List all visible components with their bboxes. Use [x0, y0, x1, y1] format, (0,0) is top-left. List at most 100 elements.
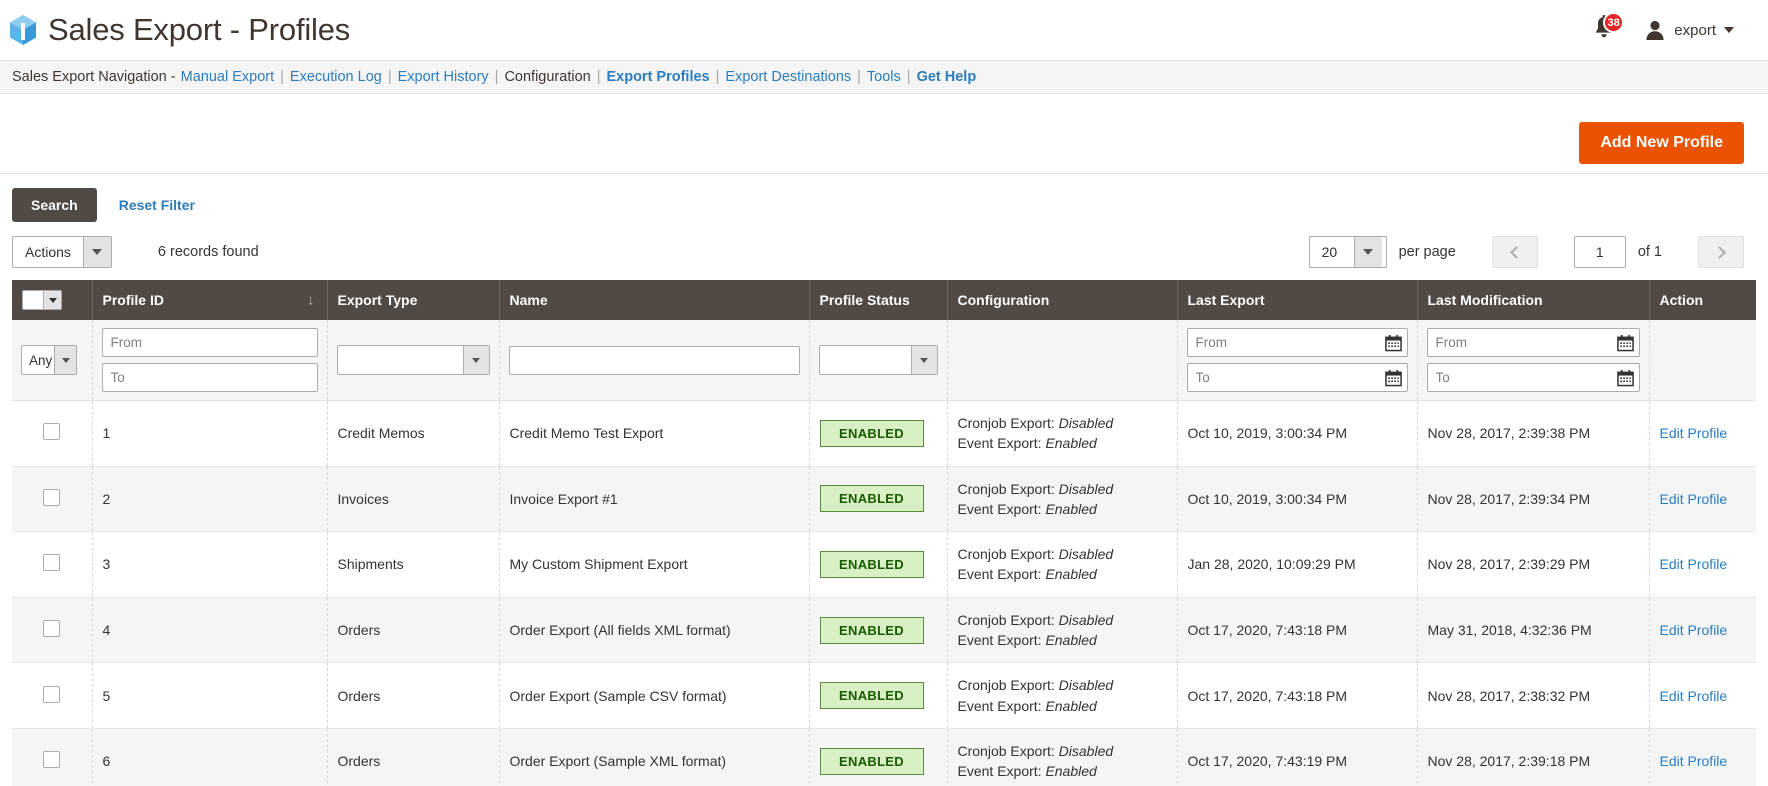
- nav-item-export-destinations[interactable]: Export Destinations: [725, 69, 851, 85]
- reset-filter-link[interactable]: Reset Filter: [119, 197, 195, 213]
- actions-dropdown[interactable]: Actions: [12, 236, 112, 268]
- cell-last-export: Oct 10, 2019, 3:00:34 PM: [1177, 466, 1418, 533]
- cell-configuration: Cronjob Export: Disabled Event Export: En…: [947, 400, 1178, 467]
- filter-cell-profile-status: [809, 320, 948, 401]
- page-actions-bar: Add New Profile: [0, 112, 1768, 174]
- nav-item-export-history[interactable]: Export History: [398, 69, 489, 85]
- search-button[interactable]: Search: [12, 188, 97, 222]
- config-event-line: Event Export: Enabled: [958, 499, 1167, 519]
- add-new-profile-button[interactable]: Add New Profile: [1579, 121, 1744, 164]
- nav-separator: |: [715, 69, 720, 85]
- filter-last-modification-to[interactable]: [1426, 363, 1640, 392]
- filter-last-export-from[interactable]: [1186, 328, 1408, 357]
- filter-cell-configuration: [947, 320, 1178, 401]
- notifications-button[interactable]: 38: [1592, 12, 1625, 45]
- per-page-dropdown[interactable]: 20: [1308, 236, 1387, 268]
- calendar-icon[interactable]: [1384, 334, 1402, 351]
- cell-last-export: Oct 17, 2020, 7:43:18 PM: [1177, 662, 1418, 729]
- column-header-profile-id[interactable]: Profile ID ↓: [92, 280, 328, 320]
- column-header-profile-status[interactable]: Profile Status: [809, 280, 948, 320]
- filter-name-input[interactable]: [508, 345, 800, 375]
- edit-profile-link[interactable]: Edit Profile: [1660, 688, 1728, 704]
- select-all-dropdown[interactable]: [22, 290, 62, 310]
- nav-item-tools[interactable]: Tools: [867, 69, 901, 85]
- edit-profile-link[interactable]: Edit Profile: [1660, 753, 1728, 769]
- config-event-value: Enabled: [1045, 500, 1097, 517]
- arrow-down-icon: ↓: [307, 291, 315, 309]
- row-select-cell[interactable]: [12, 662, 93, 729]
- filter-profile-id-from[interactable]: [101, 328, 318, 357]
- grid-header-row: Profile ID ↓ Export Type Name Profile St…: [12, 280, 1756, 320]
- row-checkbox[interactable]: [43, 751, 61, 769]
- cell-last-modification: Nov 28, 2017, 2:39:18 PM: [1417, 728, 1650, 786]
- chevron-down-icon: [82, 237, 111, 267]
- column-header-last-export[interactable]: Last Export: [1177, 280, 1418, 320]
- cell-last-modification: Nov 28, 2017, 2:38:32 PM: [1417, 662, 1650, 729]
- table-row[interactable]: 3 Shipments My Custom Shipment Export ENABL…: [12, 531, 1756, 598]
- page-number-input[interactable]: [1573, 236, 1626, 268]
- column-header-export-type[interactable]: Export Type: [327, 280, 500, 320]
- filter-last-modification-from[interactable]: [1426, 328, 1640, 357]
- cell-last-export: Oct 17, 2020, 7:43:18 PM: [1177, 597, 1418, 664]
- row-select-cell[interactable]: [12, 400, 93, 467]
- cell-export-type: Invoices: [327, 466, 500, 533]
- calendar-icon[interactable]: [1616, 334, 1634, 351]
- row-select-cell[interactable]: [12, 597, 93, 664]
- row-checkbox[interactable]: [43, 620, 61, 638]
- calendar-icon[interactable]: [1616, 369, 1634, 386]
- column-header-name[interactable]: Name: [499, 280, 810, 320]
- status-badge: ENABLED: [819, 682, 924, 710]
- filter-last-modification-from-wrap: [1426, 328, 1640, 357]
- edit-profile-link[interactable]: Edit Profile: [1660, 425, 1728, 441]
- status-badge: ENABLED: [819, 419, 924, 447]
- nav-separator: |: [494, 69, 499, 85]
- config-cronjob-value: Disabled: [1058, 480, 1114, 497]
- column-header-configuration[interactable]: Configuration: [947, 280, 1178, 320]
- grid-filter-row: Any: [12, 320, 1756, 401]
- row-select-cell[interactable]: [12, 466, 93, 533]
- next-page-button[interactable]: [1698, 236, 1744, 268]
- row-select-cell[interactable]: [12, 728, 93, 786]
- edit-profile-link[interactable]: Edit Profile: [1660, 556, 1728, 572]
- edit-profile-link[interactable]: Edit Profile: [1660, 491, 1728, 507]
- nav-item-get-help[interactable]: Get Help: [917, 69, 977, 85]
- table-row[interactable]: 1 Credit Memos Credit Memo Test Export ENAB…: [12, 400, 1756, 467]
- cell-name: Order Export (All fields XML format): [499, 597, 810, 664]
- user-menu[interactable]: export: [1644, 19, 1734, 41]
- table-row[interactable]: 5 Orders Order Export (Sample CSV format) E…: [12, 662, 1756, 729]
- cell-last-modification: Nov 28, 2017, 2:39:34 PM: [1417, 466, 1650, 533]
- calendar-icon[interactable]: [1384, 369, 1402, 386]
- cell-profile-status: ENABLED: [809, 728, 948, 786]
- nav-item-execution-log[interactable]: Execution Log: [290, 69, 382, 85]
- filter-profile-status-select[interactable]: [818, 345, 938, 375]
- row-checkbox[interactable]: [43, 423, 61, 441]
- cell-last-modification: Nov 28, 2017, 2:39:38 PM: [1417, 400, 1650, 467]
- nav-item-configuration[interactable]: Configuration: [504, 69, 590, 85]
- filter-export-type-select[interactable]: [336, 345, 490, 375]
- nav-item-export-profiles[interactable]: Export Profiles: [606, 69, 709, 85]
- edit-profile-link[interactable]: Edit Profile: [1660, 622, 1728, 638]
- cell-export-type: Orders: [327, 662, 500, 729]
- table-row[interactable]: 2 Invoices Invoice Export #1 ENABLED Cronjob…: [12, 466, 1756, 533]
- config-cronjob-value: Disabled: [1058, 611, 1114, 628]
- table-row[interactable]: 6 Orders Order Export (Sample XML format) E…: [12, 728, 1756, 786]
- row-select-cell[interactable]: [12, 531, 93, 598]
- filter-profile-id-to[interactable]: [101, 363, 318, 392]
- filter-last-export-to-wrap: [1186, 363, 1408, 392]
- column-header-last-modification[interactable]: Last Modification: [1417, 280, 1650, 320]
- config-cronjob-line: Cronjob Export: Disabled: [958, 413, 1167, 433]
- select-all-header[interactable]: [12, 280, 93, 320]
- config-event-value: Enabled: [1045, 566, 1097, 583]
- filter-select-any[interactable]: Any: [21, 345, 77, 375]
- nav-item-manual-export[interactable]: Manual Export: [181, 69, 275, 85]
- config-cronjob-line: Cronjob Export: Disabled: [958, 741, 1167, 761]
- filter-last-export-to[interactable]: [1186, 363, 1408, 392]
- previous-page-button[interactable]: [1491, 236, 1538, 268]
- table-row[interactable]: 4 Orders Order Export (All fields XML form…: [12, 597, 1756, 664]
- cell-configuration: Cronjob Export: Disabled Event Export: En…: [947, 728, 1178, 786]
- row-checkbox[interactable]: [43, 685, 61, 703]
- row-checkbox[interactable]: [43, 554, 61, 572]
- row-checkbox[interactable]: [43, 488, 61, 506]
- status-badge: ENABLED: [819, 747, 924, 775]
- user-avatar-icon: [1646, 20, 1664, 40]
